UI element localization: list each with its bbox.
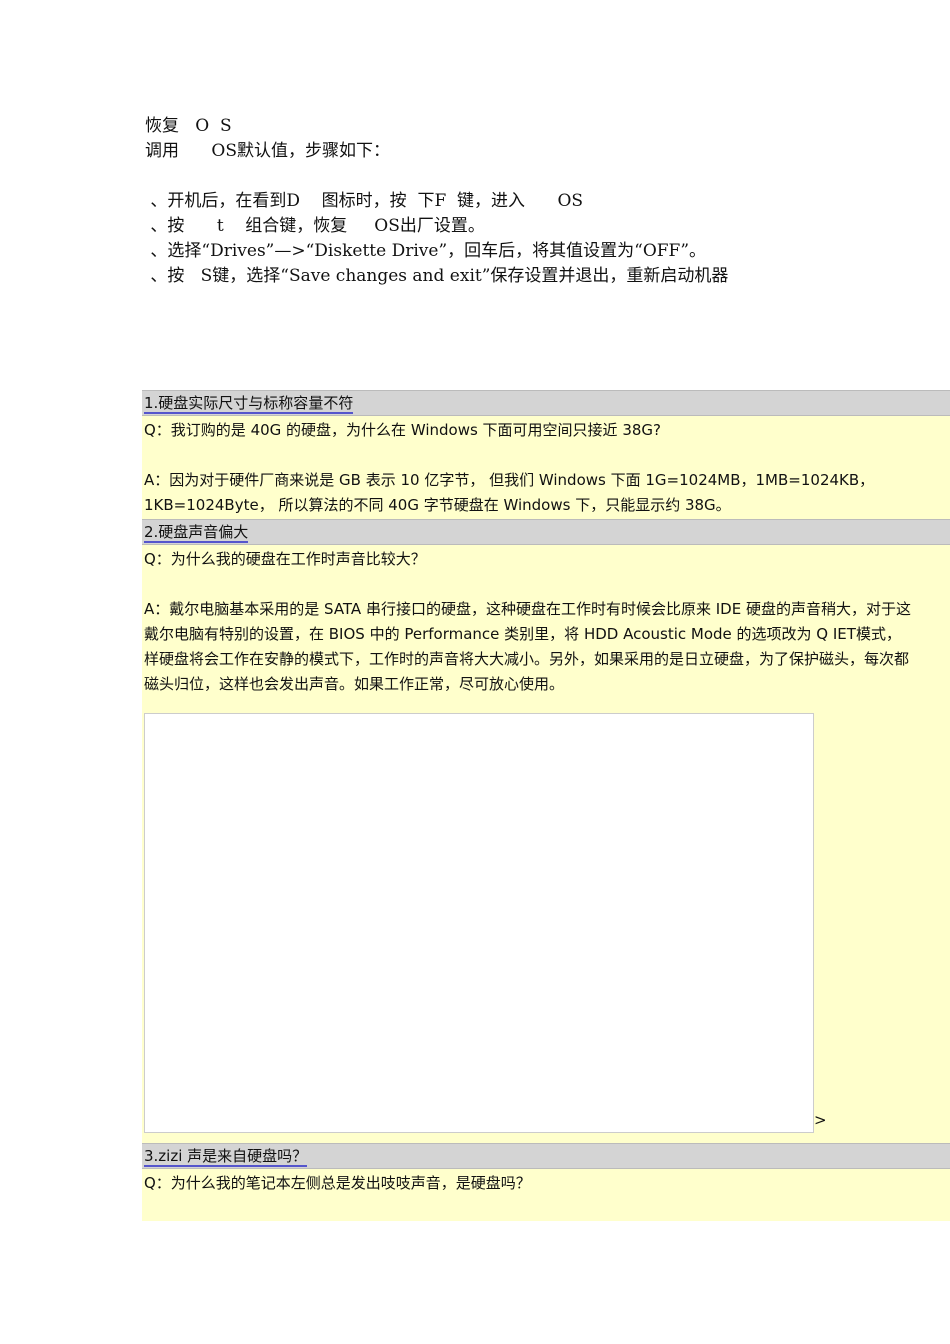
- embedded-frame: [144, 713, 814, 1133]
- answer-line: 1KB=1024Byte， 所以算法的不同 40G 字节硬盘在 Windows …: [144, 496, 731, 514]
- faq-link[interactable]: 2.硬盘声音偏大: [144, 523, 249, 543]
- faq-answer-block: Q：我订购的是 40G 的硬盘，为什么在 Windows 下面可用空间只接近 3…: [142, 416, 950, 519]
- faq-answer-block: Q：为什么我的硬盘在工作时声音比较大？ A：戴尔电脑基本采用的是 SATA 串行…: [142, 545, 950, 1143]
- question: Q：为什么我的硬盘在工作时声音比较大？: [144, 550, 426, 568]
- faq-answer-block: Q：为什么我的笔记本左侧总是发出吱吱声音，是硬盘吗？: [142, 1169, 950, 1221]
- answer-line: A：戴尔电脑基本采用的是 SATA 串行接口的硬盘，这种硬盘在工作时有时候会比原…: [144, 600, 911, 618]
- faq-heading: 3.zizi 声是来自硬盘吗？: [142, 1143, 950, 1169]
- answer-line: 样硬盘将会工作在安静的模式下，工作时的声音将大大减小。另外，如果采用的是日立硬盘…: [144, 650, 910, 668]
- question: Q：为什么我的笔记本左侧总是发出吱吱声音，是硬盘吗？: [144, 1174, 531, 1192]
- faq-heading: 2.硬盘声音偏大: [142, 519, 950, 545]
- step: 、按 S键，选择“Save changes and exit”保存设置并退出，重…: [145, 266, 729, 286]
- intro-title: 恢复 O S: [145, 116, 232, 136]
- step: 、选择“Drives”—>“Diskette Drive”，回车后，将其值设置为…: [145, 241, 707, 261]
- step: 、开机后，在看到D 图标时，按 下F 键，进入 OS: [145, 191, 584, 211]
- question: Q：我订购的是 40G 的硬盘，为什么在 Windows 下面可用空间只接近 3…: [144, 421, 661, 439]
- trailing-text: >: [814, 1111, 827, 1129]
- faq-link[interactable]: 1.硬盘实际尺寸与标称容量不符: [144, 394, 354, 414]
- answer-line: A：因为对于硬件厂商来说是 GB 表示 10 亿字节， 但我们 Windows …: [144, 471, 875, 489]
- faq-list: 1.硬盘实际尺寸与标称容量不符 Q：我订购的是 40G 的硬盘，为什么在 Win…: [142, 390, 950, 1221]
- intro-subtitle: 调用 OS默认值，步骤如下：: [145, 141, 391, 161]
- intro-section: 恢复 O S 调用 OS默认值，步骤如下： 、开机后，在看到D 图标时，按 下F …: [145, 114, 728, 289]
- step: 、按 t 组合键，恢复 OS出厂设置。: [145, 216, 485, 236]
- faq-heading: 1.硬盘实际尺寸与标称容量不符: [142, 390, 950, 416]
- answer-line: 磁头归位，这样也会发出声音。如果工作正常，尽可放心使用。: [144, 675, 565, 693]
- faq-link[interactable]: 3.zizi 声是来自硬盘吗？: [144, 1147, 308, 1167]
- answer-line: 戴尔电脑有特别的设置，在 BIOS 中的 Performance 类别里，将 H…: [144, 625, 901, 643]
